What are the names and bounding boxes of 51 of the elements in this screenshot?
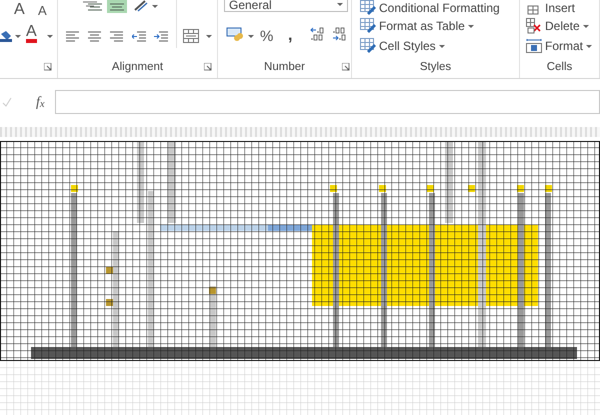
- group-label: Cells: [546, 60, 572, 76]
- style-command[interactable]: Conditional Formatting: [360, 0, 500, 16]
- align-right-icon[interactable]: [110, 31, 124, 42]
- vertical-align-button[interactable]: [107, 0, 127, 13]
- caret-icon[interactable]: [152, 5, 158, 8]
- increase-decimal-icon[interactable]: [310, 27, 324, 41]
- caret-icon: [586, 44, 592, 48]
- grow-font-button[interactable]: A: [14, 2, 25, 18]
- shrink-font-button[interactable]: A: [38, 4, 47, 17]
- middle-align-icon: [110, 2, 124, 12]
- caret-icon: [468, 24, 474, 28]
- font-color-button[interactable]: A: [26, 25, 37, 43]
- checkmark-icon[interactable]: [2, 97, 12, 107]
- group-label: Alignment: [112, 60, 164, 76]
- comma-style-button[interactable]: ,: [288, 24, 292, 48]
- increase-indent-icon[interactable]: [154, 31, 168, 42]
- delete-cells-icon: [526, 18, 542, 34]
- accounting-format-icon[interactable]: [226, 27, 244, 41]
- merge-cells-icon[interactable]: [183, 29, 199, 43]
- insert-function-button[interactable]: f$_{x}$: [36, 92, 45, 112]
- decrease-indent-icon[interactable]: [132, 31, 146, 42]
- caret-icon: [438, 44, 445, 48]
- group-label: Styles: [420, 60, 452, 76]
- formula-input[interactable]: [54, 90, 600, 114]
- cell-command[interactable]: Delete: [526, 18, 589, 34]
- style-command[interactable]: Cell Styles: [360, 38, 445, 54]
- dialog-launcher-icon[interactable]: [44, 63, 52, 71]
- percent-style-button[interactable]: %: [260, 26, 274, 48]
- cell-command[interactable]: Insert: [526, 0, 576, 16]
- format-as-table-icon: [360, 18, 376, 34]
- format-cells-icon: [526, 38, 542, 54]
- fill-color-icon[interactable]: [0, 30, 12, 42]
- number-format-dropdown[interactable]: General: [224, 0, 348, 12]
- cell-command[interactable]: Format: [526, 38, 592, 54]
- group-label: Number: [264, 60, 305, 76]
- dialog-launcher-icon[interactable]: [204, 63, 212, 71]
- align-center-icon[interactable]: [88, 31, 102, 42]
- orientation-icon[interactable]: [133, 0, 149, 12]
- caret-icon: [337, 3, 343, 6]
- align-icon: [88, 2, 102, 12]
- caret-icon[interactable]: [206, 35, 212, 38]
- decrease-decimal-icon[interactable]: [332, 27, 346, 41]
- number-format-value: General: [229, 0, 272, 14]
- cell-styles-icon: [360, 38, 376, 54]
- align-left-icon[interactable]: [66, 31, 80, 42]
- caret-icon[interactable]: [248, 35, 254, 38]
- caret-icon: [582, 24, 589, 28]
- caret-icon[interactable]: [15, 35, 21, 38]
- dialog-launcher-icon[interactable]: [342, 63, 350, 71]
- caret-icon[interactable]: [47, 35, 53, 38]
- style-command[interactable]: Format as Table: [360, 18, 474, 34]
